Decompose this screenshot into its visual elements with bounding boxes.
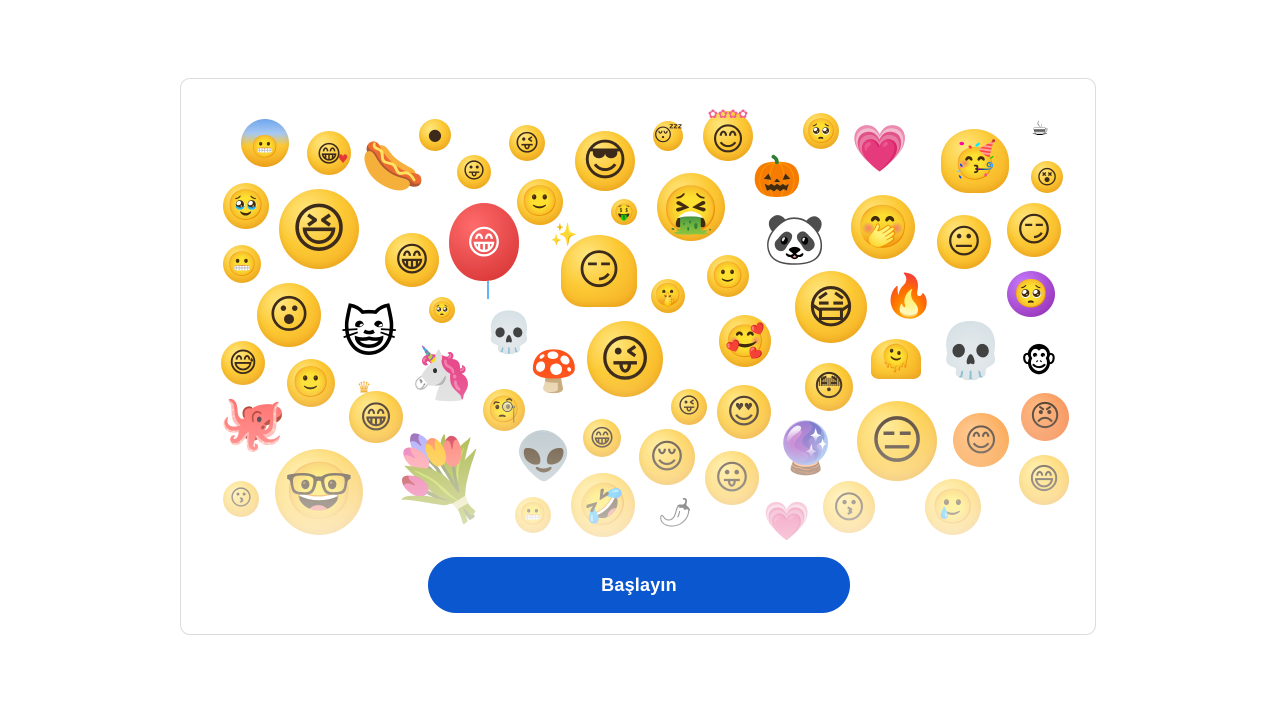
sleepy-zzz-face-icon: 😴: [653, 121, 683, 151]
hand-over-mouth-face-icon: 🤭: [849, 193, 917, 261]
grimace-small-face-icon: 😁: [583, 419, 621, 457]
heart-eyes-face-icon: 🥰: [717, 311, 779, 369]
unicorn-icon: 🦄: [409, 344, 475, 404]
pink-heart-face-icon: 💗: [851, 121, 909, 175]
pumpkin-face-icon: 🎃: [752, 154, 802, 200]
big-smirk-face-icon: 😆: [279, 189, 363, 273]
nerd-face-icon: 🤓: [273, 445, 369, 537]
vomit-face-icon: 🤮: [655, 173, 729, 247]
chili-pepper-icon: 🌶: [657, 496, 693, 529]
kissing-face-icon: 😗: [823, 481, 877, 535]
crystal-ball-icon: 🔮: [774, 419, 838, 477]
emoji-kitchen-intro-card: 😬 😁 ♥ 🌭 ● 😜 😎 😴 ✿✿✿✿ 😊 🥺 💗 🥳 ☕ 😛 🎃 😵 🥹 😆…: [180, 78, 1096, 635]
hotdog-icon: 🌭: [360, 137, 426, 197]
hush-face-icon: 🤫: [651, 279, 685, 313]
smile-small-face-icon: 🙂: [287, 359, 335, 407]
tongue-out-face-icon: 😜: [671, 389, 707, 425]
melting-face-icon: 🫠: [865, 333, 927, 381]
grimace-tiny-face-icon: 😬: [515, 497, 551, 533]
small-pleading-face-icon: 🥺: [429, 297, 457, 325]
heart-eyes-smile-face-icon: 😍: [717, 385, 773, 441]
sweat-face-icon: 😅: [221, 341, 265, 385]
coffee-cup-icon: ☕: [1031, 116, 1049, 140]
pleading-face-icon: 🥺: [803, 113, 839, 149]
mushroom-icon: 🍄: [529, 349, 579, 395]
grimace-face-icon: 😬: [223, 245, 261, 283]
alien-icon: 👽: [515, 429, 573, 483]
slight-smile-face-icon: 🙂: [707, 255, 749, 297]
pink-heart-icon: 💗: [763, 499, 811, 543]
monocle-face-icon: 🧐: [483, 389, 527, 433]
crying-face-icon: 🥲: [925, 479, 983, 537]
panda-face-icon: 🐼: [763, 210, 827, 268]
skull-icon: 💀: [484, 310, 534, 356]
wide-grin-face-icon: 😷: [795, 271, 871, 347]
one-eye-face-icon: ●: [419, 119, 451, 151]
angry-face-icon: 😠: [1021, 393, 1071, 443]
tearful-grin-face-icon: 🥹: [223, 183, 269, 229]
tongue-wink-face-icon: 😜: [509, 125, 545, 161]
emoji-collage: 😬 😁 ♥ 🌭 ● 😜 😎 😴 ✿✿✿✿ 😊 🥺 💗 🥳 ☕ 😛 🎃 😵 🥹 😆…: [181, 79, 1095, 549]
tongue-face-icon: 😛: [457, 155, 491, 189]
cat-face-icon: 😺: [340, 301, 398, 364]
teeth-grin-face-icon: 😁: [385, 233, 439, 287]
sunglasses-face-icon: 😎: [573, 131, 637, 195]
magic-wand-blob-face-icon: 😏 ✨: [549, 221, 641, 309]
devil-pleading-face-icon: 🥺: [1003, 265, 1059, 317]
big-skull-icon: 💀: [937, 319, 1005, 382]
monkey-face-icon: 🐵: [1020, 342, 1058, 380]
bouquet-icon: 💐: [389, 432, 489, 525]
smirk-face-icon: 😏: [1007, 203, 1061, 257]
start-button[interactable]: Başlayın: [428, 557, 850, 613]
flushed-face-icon: 😳: [805, 363, 853, 411]
rofl-face-icon: 🤣: [571, 473, 637, 539]
grimace-heart-face-icon: 😁 ♥: [307, 131, 351, 175]
red-balloon-face-icon: 😁: [447, 203, 523, 299]
surprised-face-icon: 😮: [257, 283, 323, 349]
laughing-face-icon: 😄: [1019, 455, 1071, 507]
expressionless-face-icon: 😑: [855, 399, 939, 483]
laughing-face-icon: 😛: [705, 451, 761, 507]
flower-crown-face-icon: ✿✿✿✿ 😊: [701, 107, 755, 161]
neutral-face-icon: 😐: [937, 215, 991, 269]
relieved-face-icon: 😌: [639, 429, 697, 487]
cold-sweat-grin-face-icon: 😬: [241, 119, 289, 167]
orange-face-icon: 😊: [949, 405, 1013, 469]
wink-laugh-face-icon: 😜: [585, 319, 665, 399]
smile-face-icon: 🙂: [517, 179, 563, 225]
party-blob-face-icon: 🥳: [937, 123, 1013, 195]
kiss-face-icon: 😗: [223, 481, 259, 517]
knocked-out-face-icon: 😵: [1031, 161, 1063, 193]
fire-face-icon: 🔥: [882, 271, 936, 320]
